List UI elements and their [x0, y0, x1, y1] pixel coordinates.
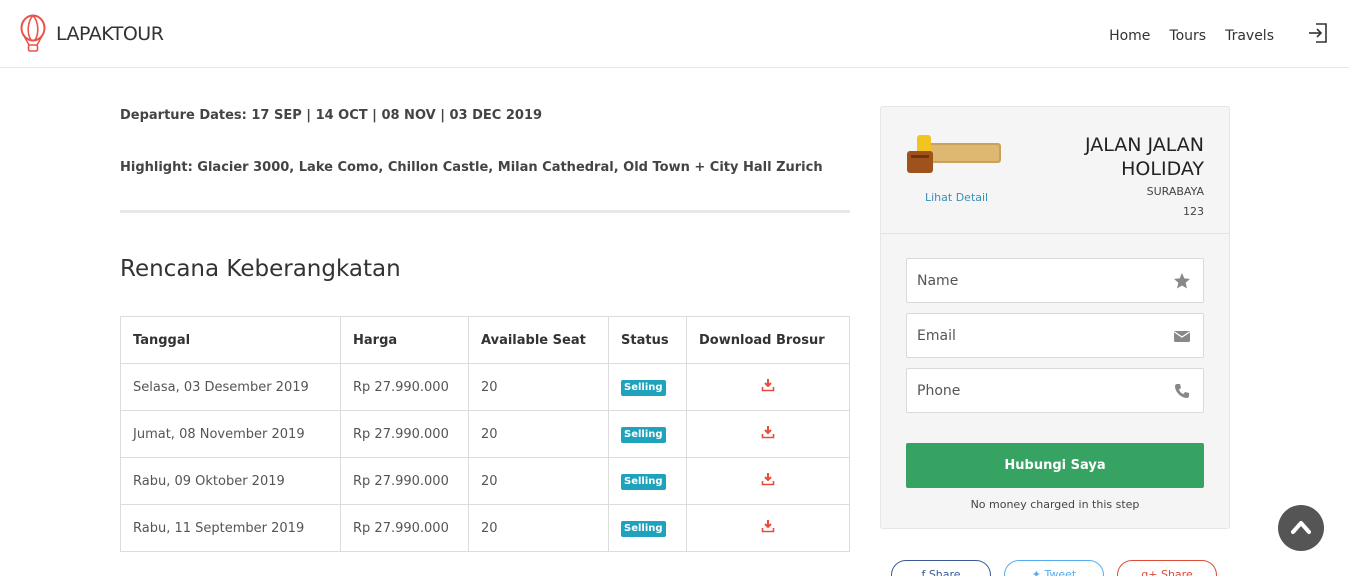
- table-row: Selasa, 03 Desember 2019 Rp 27.990.000 2…: [120, 363, 850, 411]
- contact-me-button[interactable]: Hubungi Saya: [906, 443, 1204, 488]
- table-header-row: Tanggal Harga Available Seat Status Down…: [120, 316, 850, 364]
- back-to-top-button[interactable]: [1278, 505, 1324, 551]
- agent-city: SURABAYA: [1146, 185, 1204, 198]
- sign-in-icon[interactable]: [1307, 22, 1329, 44]
- row-seat: 20: [468, 457, 609, 505]
- section-divider: [120, 210, 850, 213]
- agent-code: 123: [1183, 205, 1204, 218]
- google-plus-icon: g+: [1141, 568, 1161, 576]
- nav-travels[interactable]: Travels: [1225, 28, 1274, 44]
- name-field-wrap: [906, 258, 1204, 303]
- star-icon: [1174, 273, 1190, 289]
- chevron-up-icon: [1291, 521, 1311, 534]
- download-icon[interactable]: [761, 378, 775, 392]
- hot-air-balloon-icon: [20, 14, 46, 52]
- status-badge: Selling: [621, 520, 666, 537]
- name-input[interactable]: [907, 259, 1147, 302]
- download-icon[interactable]: [761, 472, 775, 486]
- nav-home[interactable]: Home: [1109, 28, 1150, 44]
- agent-contact-card: Lihat Detail JALAN JALAN HOLIDAY SURABAY…: [880, 106, 1230, 529]
- phone-input[interactable]: [907, 369, 1147, 412]
- no-charge-note: No money charged in this step: [970, 498, 1140, 511]
- main-nav: Home Tours Travels: [1090, 28, 1274, 44]
- table-row: Jumat, 08 November 2019 Rp 27.990.000 20…: [120, 410, 850, 458]
- agent-logo: [907, 135, 1001, 173]
- row-price: Rp 27.990.000: [340, 410, 469, 458]
- col-date: Tanggal: [120, 316, 341, 364]
- status-badge: Selling: [621, 473, 666, 490]
- status-badge: Selling: [621, 379, 666, 396]
- col-download: Download Brosur: [686, 316, 850, 364]
- row-date: Rabu, 09 Oktober 2019: [120, 457, 341, 505]
- departure-dates: Departure Dates: 17 SEP | 14 OCT | 08 NO…: [120, 108, 543, 123]
- departure-schedule-table: Tanggal Harga Available Seat Status Down…: [120, 316, 850, 552]
- agent-name: JALAN JALAN HOLIDAY: [1084, 134, 1204, 180]
- row-date: Selasa, 03 Desember 2019: [120, 363, 341, 411]
- row-price: Rp 27.990.000: [340, 457, 469, 505]
- table-row: Rabu, 11 September 2019 Rp 27.990.000 20…: [120, 504, 850, 552]
- facebook-share-button[interactable]: f Share: [891, 560, 991, 576]
- brand-name: LAPAKTOUR: [56, 23, 164, 45]
- row-seat: 20: [468, 504, 609, 552]
- google-plus-share-button[interactable]: g+ Share: [1117, 560, 1217, 576]
- download-icon[interactable]: [761, 425, 775, 439]
- email-field-wrap: [906, 313, 1204, 358]
- phone-field-wrap: [906, 368, 1204, 413]
- nav-tours[interactable]: Tours: [1169, 28, 1206, 44]
- col-status: Status: [608, 316, 687, 364]
- brand-logo[interactable]: LAPAKTOUR: [18, 14, 164, 54]
- twitter-share-button[interactable]: ✦ Tweet: [1004, 560, 1104, 576]
- envelope-icon: [1174, 331, 1190, 342]
- twitter-icon: ✦: [1031, 568, 1045, 576]
- download-icon[interactable]: [761, 519, 775, 533]
- col-price: Harga: [340, 316, 469, 364]
- facebook-icon: f: [921, 568, 929, 576]
- row-date: Rabu, 11 September 2019: [120, 504, 341, 552]
- schedule-title: Rencana Keberangkatan: [120, 256, 401, 282]
- row-price: Rp 27.990.000: [340, 504, 469, 552]
- agent-info: Lihat Detail JALAN JALAN HOLIDAY SURABAY…: [881, 107, 1229, 234]
- row-seat: 20: [468, 410, 609, 458]
- status-badge: Selling: [621, 426, 666, 443]
- tour-highlight: Highlight: Glacier 3000, Lake Como, Chil…: [120, 160, 823, 175]
- col-seat: Available Seat: [468, 316, 609, 364]
- phone-icon: [1175, 384, 1189, 398]
- top-header: LAPAKTOUR Home Tours Travels: [0, 0, 1349, 68]
- row-date: Jumat, 08 November 2019: [120, 410, 341, 458]
- agent-detail-link[interactable]: Lihat Detail: [925, 191, 988, 204]
- row-price: Rp 27.990.000: [340, 363, 469, 411]
- email-input[interactable]: [907, 314, 1147, 357]
- row-seat: 20: [468, 363, 609, 411]
- table-row: Rabu, 09 Oktober 2019 Rp 27.990.000 20 S…: [120, 457, 850, 505]
